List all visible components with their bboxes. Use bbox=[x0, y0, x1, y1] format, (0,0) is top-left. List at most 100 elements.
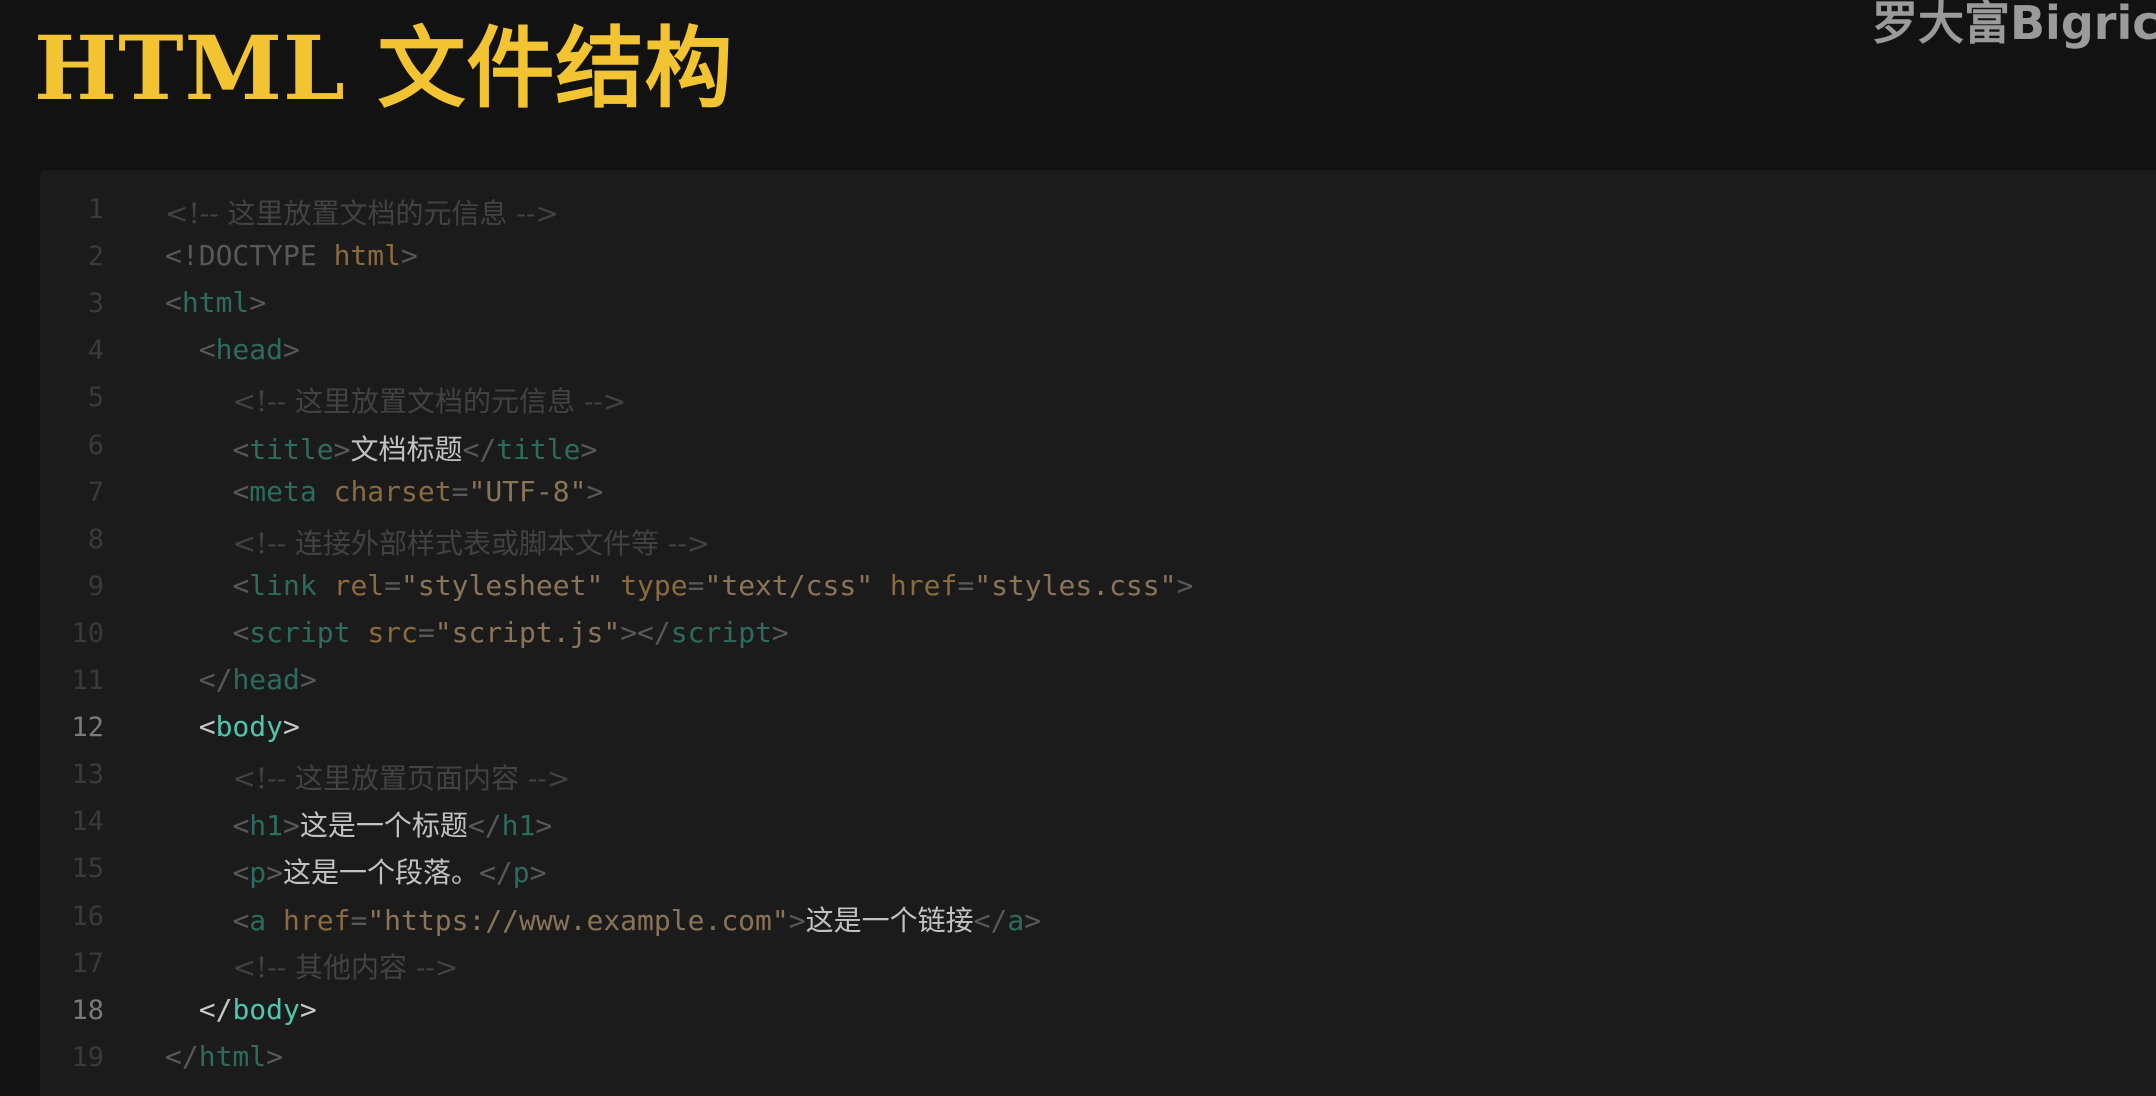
code-token-tag: h1 bbox=[249, 809, 284, 843]
code-token-tag: p bbox=[512, 856, 530, 890]
code-line: 8 <!-- 连接外部样式表或脚本文件等 --> bbox=[40, 516, 2156, 563]
code-token-tag: body bbox=[232, 992, 300, 1026]
line-code: <a href="https://www.example.com">这是一个链接… bbox=[165, 899, 1041, 939]
line-number: 3 bbox=[87, 288, 104, 320]
code-token-tag: body bbox=[215, 710, 284, 744]
code-line: 5 <!-- 这里放置文档的元信息 --> bbox=[40, 374, 2156, 421]
code-token-ptag: < bbox=[232, 856, 250, 890]
code-token-ptag: </ bbox=[479, 856, 513, 890]
code-token-ptag: > bbox=[299, 992, 317, 1026]
code-token-tag: link bbox=[249, 568, 317, 602]
line-code: </body> bbox=[165, 993, 317, 1026]
line-code: <title>文档标题</title> bbox=[165, 428, 597, 468]
line-code: <meta charset="UTF-8"> bbox=[165, 475, 603, 508]
code-token-attr: type bbox=[620, 568, 688, 602]
code-token-ptag: </ bbox=[973, 903, 1008, 937]
code-line: 3 <html> bbox=[40, 280, 2156, 327]
code-token-ptag: > bbox=[535, 809, 553, 843]
code-token-tag: script bbox=[249, 615, 351, 649]
code-token-ptag: > bbox=[401, 239, 418, 273]
line-code: <body> bbox=[165, 710, 300, 743]
line-code: <p>这是一个段落。</p> bbox=[165, 851, 546, 891]
code-token-text: 这是一个链接 bbox=[805, 903, 974, 937]
line-number: 13 bbox=[71, 759, 104, 791]
line-code: <!-- 连接外部样式表或脚本文件等 --> bbox=[165, 522, 710, 562]
line-number: 1 bbox=[87, 194, 104, 225]
line-number: 2 bbox=[87, 241, 104, 273]
code-line: 19 </html> bbox=[40, 1034, 2156, 1081]
code-token-attr: html bbox=[333, 239, 402, 273]
code-token-plain: = bbox=[384, 568, 402, 602]
code-token-str: "text/css" bbox=[704, 568, 874, 602]
code-token-ptag: </ bbox=[467, 809, 502, 843]
code-token-ptag: < bbox=[232, 474, 250, 508]
code-line: 10 <script src="script.js"></script> bbox=[40, 610, 2156, 657]
code-token-text: 这是一个段落。 bbox=[283, 856, 480, 890]
watermark: 罗大富Bigrich bbox=[1872, 0, 2156, 50]
code-line: 14 <h1>这是一个标题</h1> bbox=[40, 798, 2156, 845]
code-panel: 1 <!-- 这里放置文档的元信息 --> 2 <!DOCTYPE html> 3 <ht… bbox=[40, 170, 2156, 1096]
line-code: <!-- 其他内容 --> bbox=[165, 946, 458, 986]
code-token-ptag: ></ bbox=[620, 615, 671, 649]
line-code: </html> bbox=[165, 1040, 283, 1073]
line-number: 5 bbox=[87, 382, 104, 414]
line-code: <link rel="stylesheet" type="text/css" h… bbox=[165, 569, 1193, 602]
line-code: <!-- 这里放置文档的元信息 --> bbox=[165, 380, 626, 420]
code-line: 6 <title>文档标题</title> bbox=[40, 422, 2156, 469]
code-token-str: "styles.css" bbox=[974, 568, 1177, 602]
code-line: 9 <link rel="stylesheet" type="text/css"… bbox=[40, 563, 2156, 610]
code-token-comment: <!-- 这里放置页面内容 --> bbox=[232, 762, 571, 796]
code-token-ptag: > bbox=[788, 903, 806, 937]
code-token-ptag: < bbox=[165, 286, 182, 320]
line-number: 10 bbox=[71, 617, 104, 649]
code-token-comment: <!-- 连接外部样式表或脚本文件等 --> bbox=[232, 526, 711, 560]
code-token-plain: = bbox=[957, 568, 975, 602]
code-line: 11 </head> bbox=[40, 657, 2156, 704]
code-token-str: "script.js" bbox=[434, 615, 621, 649]
code-token-ptag: < bbox=[232, 615, 250, 649]
code-token-tag: a bbox=[249, 903, 267, 937]
code-token-comment: <!-- 这里放置文档的元信息 --> bbox=[232, 385, 627, 419]
code-token-comment: <!-- 这里放置文档的元信息 --> bbox=[165, 197, 559, 230]
code-token-ptag: < bbox=[232, 432, 250, 466]
line-code: <!-- 这里放置页面内容 --> bbox=[165, 757, 570, 797]
line-number: 14 bbox=[71, 806, 104, 838]
code-token-ptag: <!DOCTYPE bbox=[165, 239, 334, 273]
code-line: 13 <!-- 这里放置页面内容 --> bbox=[40, 751, 2156, 798]
code-token-str: "stylesheet" bbox=[401, 568, 604, 602]
line-number: 12 bbox=[71, 712, 104, 744]
code-token-attr: src bbox=[367, 615, 418, 649]
code-token-tag: head bbox=[232, 663, 300, 696]
code-token-ptag: > bbox=[771, 615, 789, 649]
line-code: <!-- 这里放置文档的元信息 --> bbox=[165, 192, 559, 232]
line-number: 19 bbox=[71, 1041, 104, 1073]
line-code: <script src="script.js"></script> bbox=[165, 615, 789, 649]
code-line: 18 </body> bbox=[40, 987, 2156, 1034]
code-line: 1 <!-- 这里放置文档的元信息 --> bbox=[40, 186, 2156, 233]
code-line: 2 <!DOCTYPE html> bbox=[40, 233, 2156, 280]
code-line: 17 <!-- 其他内容 --> bbox=[40, 940, 2156, 987]
line-code: <html> bbox=[165, 286, 266, 319]
code-token-ptag: > bbox=[1176, 568, 1194, 602]
code-token-tag: title bbox=[249, 432, 334, 466]
line-number: 9 bbox=[87, 570, 104, 602]
code-token-ptag: < bbox=[232, 568, 250, 602]
code-token-ptag: < bbox=[198, 333, 216, 367]
code-token-ptag: > bbox=[283, 333, 300, 367]
line-code: <head> bbox=[165, 333, 300, 366]
code-token-ptag: </ bbox=[198, 992, 233, 1026]
code-token-tag: script bbox=[670, 615, 772, 649]
line-number: 18 bbox=[71, 994, 104, 1026]
code-token-ptag: </ bbox=[462, 432, 497, 466]
code-token-text: 这是一个标题 bbox=[299, 809, 468, 843]
line-number: 16 bbox=[71, 900, 104, 932]
code-token-plain: = bbox=[350, 903, 368, 937]
code-token-ptag: </ bbox=[198, 663, 233, 696]
code-token-tag: h1 bbox=[501, 809, 536, 843]
line-number: 11 bbox=[71, 665, 104, 696]
